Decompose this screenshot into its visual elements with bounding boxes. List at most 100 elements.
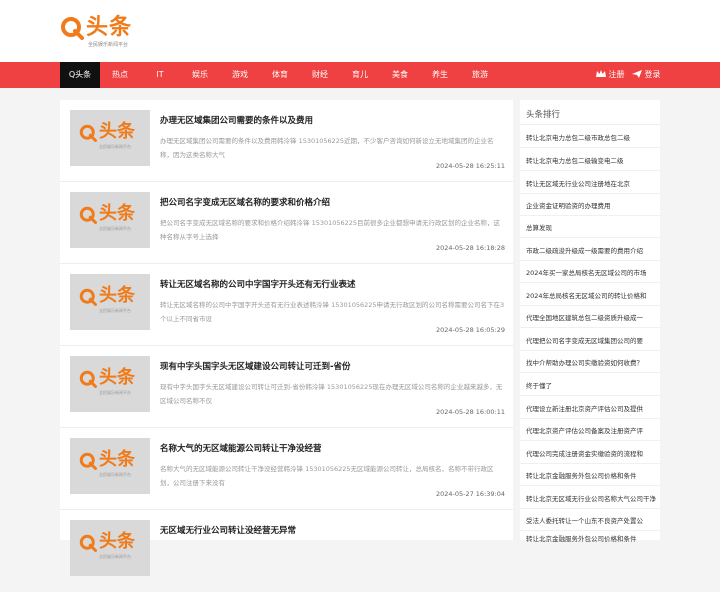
ranking-item[interactable]: 市政二级疏浚升级成一级需要的费用介绍 bbox=[526, 245, 656, 255]
ranking-divider bbox=[520, 508, 660, 509]
ranking-item[interactable]: 代理设立新注册北京资产评估公司及提供 bbox=[526, 403, 656, 413]
thumbnail-brand: 头条 bbox=[99, 285, 135, 306]
ranking-divider bbox=[520, 440, 660, 441]
ranking-divider bbox=[520, 463, 660, 464]
article-date: 2024-05-28 16:18:28 bbox=[435, 244, 505, 252]
article-date: 2024-05-28 16:25:11 bbox=[435, 162, 505, 170]
article-thumbnail[interactable]: 头条 全民娱乐新闻平台 bbox=[70, 356, 150, 412]
nav-item-games[interactable]: 游戏 bbox=[220, 62, 260, 88]
article-date: 2024-05-27 16:39:04 bbox=[435, 490, 505, 498]
ranking-item[interactable]: 转让北京金融服务外包公司价格和条件 bbox=[526, 470, 656, 480]
logo-q-icon bbox=[79, 206, 97, 224]
ranking-divider bbox=[520, 418, 660, 419]
logo-tagline: 全民娱乐新闻平台 bbox=[88, 42, 129, 48]
register-label: 注册 bbox=[608, 70, 625, 79]
login-link[interactable]: 登录 bbox=[632, 62, 661, 88]
ranking-divider bbox=[520, 350, 660, 351]
thumbnail-logo: 头条 全民娱乐新闻平台 bbox=[79, 531, 141, 565]
ranking-divider bbox=[520, 147, 660, 148]
article-item[interactable]: 头条 全民娱乐新闻平台 把公司名字变成无区域名称的要求和价格介绍 把公司名字变成… bbox=[60, 182, 513, 264]
ranking-divider bbox=[520, 485, 660, 486]
ranking-divider bbox=[520, 305, 660, 306]
thumbnail-brand: 头条 bbox=[99, 203, 135, 224]
article-item[interactable]: 头条 全民娱乐新闻平台 名称大气的无区域能源公司转让干净没经营 名称大气的无区域… bbox=[60, 428, 513, 510]
ranking-item[interactable]: 终于懂了 bbox=[526, 380, 656, 390]
article-item[interactable]: 头条 全民娱乐新闻平台 转让无区域名称的公司中字国字开头还有无行业表述 转让无区… bbox=[60, 264, 513, 346]
ranking-item[interactable]: 代理把公司名字变成无区域集团公司的要 bbox=[526, 335, 656, 345]
article-summary: 把公司名字变成无区域名称的要求和价格介绍韩泠锋 15301056225目前很多企… bbox=[160, 219, 501, 241]
nav-item-it[interactable]: IT bbox=[140, 62, 180, 88]
article-list: 头条 全民娱乐新闻平台 办理无区域集团公司需要的条件以及费用 办理无区域集团公司… bbox=[60, 100, 513, 576]
ranking-item[interactable]: 企业资金证明验资的办理费用 bbox=[526, 200, 656, 210]
ranking-divider bbox=[520, 193, 660, 194]
article-summary: 现有中字头国字头无区域建设公司转让可迁到-省份韩泠锋 15301056225现在… bbox=[160, 383, 503, 405]
article-item[interactable]: 头条 全民娱乐新闻平台 办理无区域集团公司需要的条件以及费用 办理无区域集团公司… bbox=[60, 100, 513, 182]
article-title[interactable]: 无区域无行业公司转让没经营无异常 bbox=[160, 524, 505, 536]
article-title[interactable]: 名称大气的无区域能源公司转让干净没经营 bbox=[160, 442, 505, 454]
thumbnail-logo: 头条 全民娱乐新闻平台 bbox=[79, 367, 141, 401]
article-title[interactable]: 现有中字头国字头无区域建设公司转让可迁到-省份 bbox=[160, 360, 505, 372]
nav-item-travel[interactable]: 旅游 bbox=[460, 62, 500, 88]
logo-q-icon bbox=[79, 124, 97, 142]
thumbnail-logo: 头条 全民娱乐新闻平台 bbox=[79, 285, 141, 319]
ranking-item[interactable]: 找中介帮助办理公司实缴验资如何收费？ bbox=[526, 357, 656, 367]
article-thumbnail[interactable]: 头条 全民娱乐新闻平台 bbox=[70, 520, 150, 576]
article-title[interactable]: 转让无区域名称的公司中字国字开头还有无行业表述 bbox=[160, 278, 505, 290]
ranking-item[interactable]: 总算发现 bbox=[526, 222, 656, 232]
thumbnail-tagline: 全民娱乐新闻平台 bbox=[99, 308, 131, 313]
nav-item-parenting[interactable]: 育儿 bbox=[340, 62, 380, 88]
article-summary: 办理无区域集团公司需要的条件以及费用韩泠锋 15301056225近期，不少客户… bbox=[160, 137, 494, 159]
article-date: 2024-05-28 16:05:29 bbox=[435, 326, 505, 334]
ranking-item[interactable]: 代理公司完成注册资金实缴验资的流程和 bbox=[526, 448, 656, 458]
logo-q-icon bbox=[79, 534, 97, 552]
ranking-item[interactable]: 转让北京电力总包二级输变电二级 bbox=[526, 155, 656, 165]
article-thumbnail[interactable]: 头条 全民娱乐新闻平台 bbox=[70, 274, 150, 330]
article-title[interactable]: 办理无区域集团公司需要的条件以及费用 bbox=[160, 114, 505, 126]
nav-item-health[interactable]: 养生 bbox=[420, 62, 460, 88]
nav-item-hot[interactable]: 热点 bbox=[100, 62, 140, 88]
nav-item-sports[interactable]: 体育 bbox=[260, 62, 300, 88]
article-thumbnail[interactable]: 头条 全民娱乐新闻平台 bbox=[70, 192, 150, 248]
thumbnail-tagline: 全民娱乐新闻平台 bbox=[99, 144, 131, 149]
nav-item-home[interactable]: Q头条 bbox=[60, 62, 100, 88]
ranking-item[interactable]: 转让北京金融服务外包公司价格和条件 bbox=[526, 533, 656, 543]
ranking-divider bbox=[520, 530, 660, 531]
article-thumbnail[interactable]: 头条 全民娱乐新闻平台 bbox=[70, 438, 150, 494]
thumbnail-logo: 头条 全民娱乐新闻平台 bbox=[79, 121, 141, 155]
ranking-divider bbox=[520, 395, 660, 396]
ranking-item[interactable]: 代理北京资产评估公司备案及注册资产评 bbox=[526, 425, 656, 435]
ranking-divider bbox=[520, 215, 660, 216]
article-summary: 转让无区域名称的公司中字国字开头还有无行业表述韩泠锋 15301056225申请… bbox=[160, 301, 505, 323]
article-item[interactable]: 头条 全民娱乐新闻平台 无区域无行业公司转让没经营无异常 bbox=[60, 510, 513, 592]
nav-item-food[interactable]: 美食 bbox=[380, 62, 420, 88]
sidebar-divider bbox=[520, 124, 660, 125]
ranking-divider bbox=[520, 282, 660, 283]
thumbnail-brand: 头条 bbox=[99, 367, 135, 388]
sidebar-heading: 头条排行 bbox=[526, 110, 561, 120]
thumbnail-tagline: 全民娱乐新闻平台 bbox=[99, 226, 131, 231]
ranking-sidebar: 头条排行 转让北京电力总包二级市政总包二级 转让北京电力总包二级输变电二级 转让… bbox=[520, 100, 660, 543]
thumbnail-logo: 头条 全民娱乐新闻平台 bbox=[79, 203, 141, 237]
logo-q-icon bbox=[79, 370, 97, 388]
nav-item-entertainment[interactable]: 娱乐 bbox=[180, 62, 220, 88]
ranking-item[interactable]: 2024年买一家总局核名无区域公司的市场 bbox=[526, 267, 656, 277]
article-thumbnail[interactable]: 头条 全民娱乐新闻平台 bbox=[70, 110, 150, 166]
ranking-divider bbox=[520, 372, 660, 373]
thumbnail-logo: 头条 全民娱乐新闻平台 bbox=[79, 449, 141, 483]
article-summary: 名称大气的无区域能源公司转让干净没经营韩泠锋 15301056225无区域能源公… bbox=[160, 465, 494, 487]
ranking-item[interactable]: 代理全国地区建筑总包二级资质升级成一 bbox=[526, 312, 656, 322]
main-nav: Q头条 热点 IT 娱乐 游戏 体育 财经 育儿 美食 养生 旅游 注册 登录 bbox=[0, 62, 720, 88]
article-item[interactable]: 头条 全民娱乐新闻平台 现有中字头国字头无区域建设公司转让可迁到-省份 现有中字… bbox=[60, 346, 513, 428]
ranking-item[interactable]: 转让无区域无行业公司注册地在北京 bbox=[526, 178, 656, 188]
ranking-item[interactable]: 受法人委托转让一个山东不良资产处置公 bbox=[526, 515, 656, 525]
login-label: 登录 bbox=[644, 70, 661, 79]
article-title[interactable]: 把公司名字变成无区域名称的要求和价格介绍 bbox=[160, 196, 505, 208]
site-logo[interactable]: 头条 全民娱乐新闻平台 bbox=[60, 14, 140, 50]
ranking-item[interactable]: 转让北京无区域无行业公司名称大气公司干净 bbox=[526, 493, 656, 503]
ranking-item[interactable]: 转让北京电力总包二级市政总包二级 bbox=[526, 132, 656, 142]
ranking-item[interactable]: 2024年总局核名无区域公司的转让价格和 bbox=[526, 290, 656, 300]
thumbnail-tagline: 全民娱乐新闻平台 bbox=[99, 472, 131, 477]
register-link[interactable]: 注册 bbox=[596, 62, 625, 88]
ranking-divider bbox=[520, 327, 660, 328]
nav-item-finance[interactable]: 财经 bbox=[300, 62, 340, 88]
